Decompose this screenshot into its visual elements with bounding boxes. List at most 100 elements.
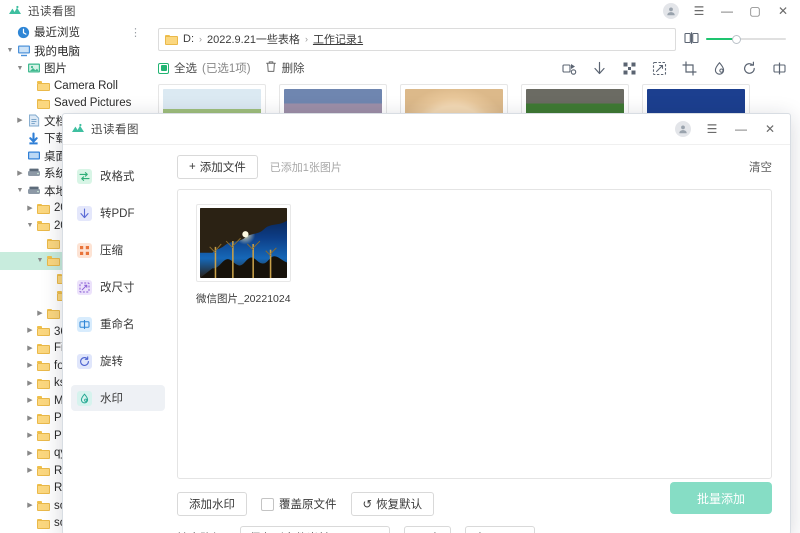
account-icon <box>675 121 691 137</box>
twisty-icon[interactable]: ▼ <box>24 222 36 229</box>
added-count-hint: 已添加1张图片 <box>269 162 342 174</box>
zoom-slider[interactable] <box>706 33 786 45</box>
account-icon <box>663 3 679 19</box>
twisty-icon[interactable]: ▶ <box>24 502 36 509</box>
folder-icon <box>36 500 51 512</box>
sidebar-item-2[interactable]: Camera Roll <box>0 77 150 95</box>
add-watermark-button[interactable]: 添加水印 <box>177 492 247 516</box>
folder-icon <box>36 220 51 232</box>
twisty-icon[interactable]: ▶ <box>14 117 26 124</box>
sidebar-item-1[interactable]: ▼ 图片 <box>0 60 150 78</box>
twisty-icon[interactable]: ▶ <box>24 345 36 352</box>
reset-defaults-button[interactable]: ↺ 恢复默认 <box>350 492 435 516</box>
app-window: 迅读看图 ☰ — ▢ ✕ 最近浏览 ⋮ ▼ 我的电脑 ▼ 图片 Camera Roll S… <box>0 0 800 533</box>
sidebar-item-label: Saved Pictures <box>54 97 132 110</box>
dialog-menu-label: 改格式 <box>100 171 135 183</box>
watermark-icon[interactable] <box>711 60 728 77</box>
twisty-icon[interactable]: ▶ <box>24 432 36 439</box>
dialog-tool-menu[interactable]: 改格式转PDF 压缩改尺寸重命名旋转水印 <box>63 145 171 533</box>
path-input[interactable]: D: › 2022.9.21一些表格 › 工作记录1 <box>158 27 676 51</box>
overwrite-checkbox[interactable] <box>261 497 274 511</box>
view-zoom-control[interactable] <box>684 31 792 48</box>
path-crumb-1[interactable]: 2022.9.21一些表格 <box>207 31 300 47</box>
twisty-icon[interactable]: ▼ <box>34 257 46 264</box>
twisty-icon[interactable]: ▶ <box>24 327 36 334</box>
add-file-label: 添加文件 <box>199 162 246 174</box>
rotate-icon[interactable] <box>741 60 758 77</box>
sidebar-item-recent[interactable]: 最近浏览 ⋮ <box>0 22 150 42</box>
dialog-menu-button[interactable]: ☰ <box>699 119 725 139</box>
convert-format-icon[interactable] <box>561 60 578 77</box>
twisty-icon[interactable]: ▶ <box>24 205 36 212</box>
sidebar-recent-label: 最近浏览 <box>34 27 80 39</box>
dialog-menu-item-6[interactable]: 水印 <box>71 385 165 411</box>
dialog-minimize-button[interactable]: — <box>728 119 754 139</box>
twisty-icon[interactable]: ▼ <box>14 187 26 194</box>
dialog-menu-item-1[interactable]: 转PDF <box>71 200 165 226</box>
sidebar-item-0[interactable]: ▼ 我的电脑 <box>0 42 150 60</box>
folder-icon <box>36 395 51 407</box>
recent-overflow-icon[interactable]: ⋮ <box>130 26 141 39</box>
folder-icon <box>46 255 61 267</box>
file-thumbnail[interactable] <box>196 204 291 282</box>
dialog-menu-item-3[interactable]: 改尺寸 <box>71 274 165 300</box>
minimize-button[interactable]: — <box>714 1 740 21</box>
output-path-select[interactable]: 保存到文件当前目录 ▼ <box>240 526 391 533</box>
dialog-menu-item-4[interactable]: 重命名 <box>71 311 165 337</box>
compress-icon[interactable] <box>621 60 638 77</box>
twisty-icon[interactable]: ▶ <box>24 397 36 404</box>
change-path-button[interactable]: 更改 <box>404 526 452 533</box>
open-directory-button[interactable]: 打开目录 <box>465 526 536 533</box>
twisty-icon[interactable]: ▶ <box>14 170 26 177</box>
app-title: 迅读看图 <box>28 6 76 18</box>
sidebar-item-3[interactable]: Saved Pictures <box>0 95 150 113</box>
path-crumb-2[interactable]: 工作记录1 <box>313 31 363 47</box>
folder-icon <box>36 413 51 424</box>
twisty-icon[interactable]: ▶ <box>34 310 46 317</box>
add-file-button[interactable]: + 添加文件 <box>177 155 258 179</box>
delete-button[interactable]: 删除 <box>265 60 305 76</box>
compress-icon <box>77 242 92 258</box>
select-all-checkbox[interactable] <box>158 62 169 74</box>
resize-icon[interactable] <box>651 60 668 77</box>
twisty-icon[interactable]: ▼ <box>14 65 26 72</box>
twisty-icon[interactable]: ▶ <box>24 362 36 369</box>
dialog-menu-label: 转PDF <box>100 208 135 220</box>
twisty-icon[interactable]: ▼ <box>4 47 16 54</box>
dialog-titlebar: 迅读看图 ☰ — ✕ <box>63 114 790 145</box>
batch-add-button[interactable]: 批量添加 <box>670 482 772 514</box>
file-list-area[interactable]: 微信图片_20221024114... <box>177 189 772 479</box>
dialog-menu-label: 水印 <box>100 393 123 405</box>
zoom-slider-knob[interactable] <box>732 34 742 44</box>
dialog-title: 迅读看图 <box>91 124 139 136</box>
image-tools[interactable] <box>561 60 792 77</box>
account-button[interactable] <box>658 1 684 21</box>
maximize-button[interactable]: ▢ <box>742 1 768 21</box>
rename-icon <box>77 316 92 332</box>
dialog-close-button[interactable]: ✕ <box>757 119 783 139</box>
documents-icon <box>26 114 41 127</box>
twisty-icon[interactable]: ▶ <box>24 450 36 457</box>
rename-icon[interactable] <box>771 60 788 77</box>
dialog-header-row: + 添加文件 已添加1张图片 清空 <box>177 145 772 189</box>
twisty-icon[interactable]: ▶ <box>24 467 36 474</box>
twisty-icon[interactable]: ▶ <box>24 380 36 387</box>
file-card[interactable]: 微信图片_20221024114... <box>196 204 291 306</box>
watermark-dialog: 迅读看图 ☰ — ✕ 改格式 转PDF 压缩 改尺寸 重命名 旋转 水印 + 添… <box>62 113 791 533</box>
clear-all-link[interactable]: 清空 <box>749 159 772 175</box>
dialog-account-button[interactable] <box>670 119 696 139</box>
download-icon <box>26 132 41 145</box>
night-sky-trees-thumbnail <box>200 208 287 278</box>
close-button[interactable]: ✕ <box>770 1 796 21</box>
twisty-icon[interactable]: ▶ <box>24 415 36 422</box>
dialog-menu-item-0[interactable]: 改格式 <box>71 163 165 189</box>
dialog-menu-item-2[interactable]: 压缩 <box>71 237 165 263</box>
book-view-icon[interactable] <box>684 31 699 48</box>
to-pdf-icon[interactable] <box>591 60 608 77</box>
dialog-menu-item-5[interactable]: 旋转 <box>71 348 165 374</box>
crop-icon[interactable] <box>681 60 698 77</box>
path-drive[interactable]: D: <box>183 33 194 45</box>
main-menu-button[interactable]: ☰ <box>686 1 712 21</box>
overwrite-original-control[interactable]: 覆盖原文件 <box>261 496 337 512</box>
select-all-control[interactable]: 全选 (已选1项) <box>158 60 251 76</box>
